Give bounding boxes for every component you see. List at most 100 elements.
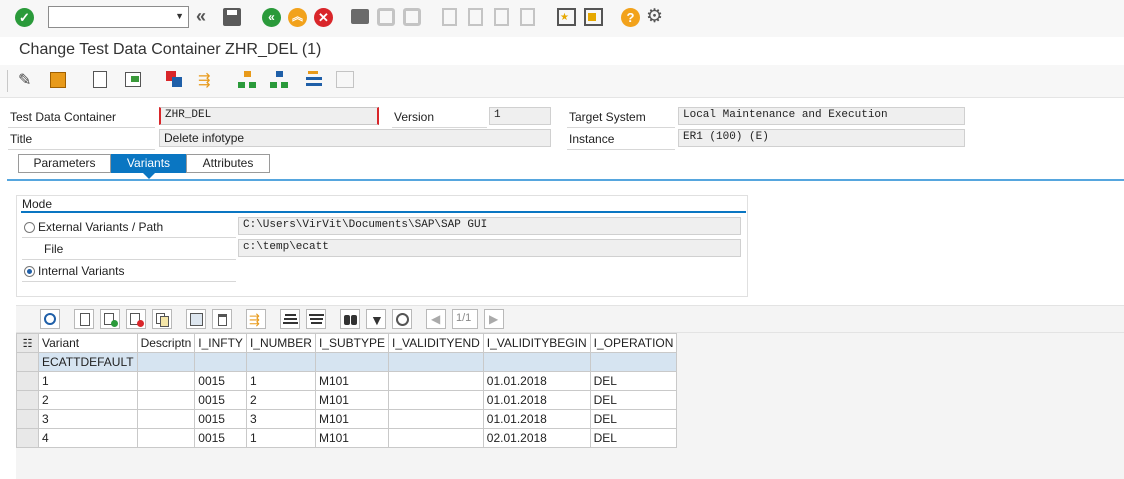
grid-cell[interactable] bbox=[136, 352, 196, 372]
insert-row-icon[interactable] bbox=[100, 309, 120, 329]
hierarchy-icon[interactable] bbox=[270, 71, 288, 89]
grid-cell[interactable]: 0015 bbox=[194, 428, 247, 448]
grid-cell[interactable] bbox=[482, 352, 591, 372]
delete-row-icon[interactable] bbox=[126, 309, 146, 329]
grid-settings-icon[interactable]: ☷ bbox=[16, 333, 39, 353]
grid-cell[interactable] bbox=[314, 352, 389, 372]
grid-cell[interactable]: 2 bbox=[38, 390, 138, 410]
internal-variants-radio[interactable] bbox=[24, 266, 35, 277]
tab-variants[interactable]: Variants bbox=[111, 154, 186, 173]
grid-cell[interactable]: 0015 bbox=[194, 371, 247, 391]
grid-cell[interactable]: 01.01.2018 bbox=[482, 409, 591, 429]
column-header-i-number[interactable]: I_NUMBER bbox=[245, 333, 316, 353]
list-icon[interactable] bbox=[306, 71, 322, 88]
grid-cell[interactable]: 2 bbox=[245, 390, 316, 410]
first-page-icon[interactable] bbox=[442, 8, 457, 26]
grid-cell[interactable]: 3 bbox=[245, 409, 316, 429]
cancel-icon[interactable]: ✕ bbox=[314, 8, 333, 27]
exit-icon[interactable]: ︽ bbox=[288, 8, 307, 27]
grid-cell[interactable]: 01.01.2018 bbox=[482, 390, 591, 410]
row-selector[interactable] bbox=[16, 352, 39, 372]
next-page-icon[interactable] bbox=[494, 8, 509, 26]
find-icon[interactable] bbox=[377, 8, 395, 26]
row-selector[interactable] bbox=[16, 409, 39, 429]
tab-parameters[interactable]: Parameters bbox=[18, 154, 111, 173]
grid-cell[interactable] bbox=[387, 371, 484, 391]
column-header-variant[interactable]: Variant bbox=[38, 333, 138, 353]
where-used-icon[interactable] bbox=[125, 72, 141, 87]
grid-cell[interactable]: M101 bbox=[314, 390, 389, 410]
grid-cell[interactable] bbox=[589, 352, 678, 372]
back-double-icon[interactable]: « bbox=[196, 6, 206, 27]
tdc-field[interactable]: ZHR_DEL bbox=[159, 107, 379, 125]
grid-cell[interactable]: 1 bbox=[245, 371, 316, 391]
filter-icon[interactable]: ▼ bbox=[366, 309, 386, 329]
grid-cell[interactable]: M101 bbox=[314, 428, 389, 448]
grid-cell[interactable] bbox=[387, 428, 484, 448]
next-icon[interactable]: ▶ bbox=[484, 309, 504, 329]
file-field[interactable]: c:\temp\ecatt bbox=[238, 239, 741, 257]
enter-icon[interactable]: ✓ bbox=[15, 8, 34, 27]
save-icon[interactable] bbox=[223, 8, 241, 26]
grid-cell[interactable]: M101 bbox=[314, 371, 389, 391]
find-next-icon[interactable] bbox=[403, 8, 421, 26]
table-row[interactable]: 3 0015 3 M101 01.01.2018 DEL bbox=[16, 409, 678, 429]
version-field[interactable]: 1 bbox=[489, 107, 551, 125]
table-row[interactable]: 2 0015 2 M101 01.01.2018 DEL bbox=[16, 390, 678, 410]
grid-cell[interactable]: 0015 bbox=[194, 390, 247, 410]
grid-cell[interactable] bbox=[136, 371, 196, 391]
previous-icon[interactable]: ◀ bbox=[426, 309, 446, 329]
title-field[interactable]: Delete infotype bbox=[159, 129, 551, 147]
grid-cell[interactable] bbox=[136, 390, 196, 410]
grid-cell[interactable] bbox=[387, 352, 484, 372]
table-icon[interactable] bbox=[336, 71, 354, 88]
grid-cell[interactable]: 01.01.2018 bbox=[482, 371, 591, 391]
grid-cell[interactable]: 1 bbox=[245, 428, 316, 448]
grid-cell[interactable] bbox=[136, 428, 196, 448]
help-icon[interactable]: ? bbox=[621, 8, 640, 27]
table-row[interactable]: 1 0015 1 M101 01.01.2018 DEL bbox=[16, 371, 678, 391]
table-row[interactable]: 4 0015 1 M101 02.01.2018 DEL bbox=[16, 428, 678, 448]
shortcut-icon[interactable] bbox=[584, 8, 603, 26]
column-header-i-subtype[interactable]: I_SUBTYPE bbox=[314, 333, 389, 353]
grid-cell[interactable]: 4 bbox=[38, 428, 138, 448]
binoculars-icon[interactable] bbox=[340, 309, 360, 329]
check-icon[interactable] bbox=[93, 71, 107, 88]
parameters-icon[interactable] bbox=[166, 71, 184, 88]
external-path-field[interactable]: C:\Users\VirVit\Documents\SAP\SAP GUI bbox=[238, 217, 741, 235]
structure-icon[interactable] bbox=[238, 71, 256, 89]
external-variants-radio[interactable] bbox=[24, 222, 35, 233]
print-icon[interactable] bbox=[351, 9, 369, 24]
grid-cell[interactable]: 02.01.2018 bbox=[482, 428, 591, 448]
back-icon[interactable]: « bbox=[262, 8, 281, 27]
append-icon[interactable]: ⇶ bbox=[246, 309, 266, 329]
grid-cell[interactable]: M101 bbox=[314, 409, 389, 429]
command-field[interactable]: ▼ bbox=[48, 6, 189, 28]
grid-cell[interactable]: DEL bbox=[589, 428, 678, 448]
grid-cell[interactable]: DEL bbox=[589, 409, 678, 429]
column-header-i-operation[interactable]: I_OPERATION bbox=[589, 333, 678, 353]
select-all-icon[interactable] bbox=[186, 309, 206, 329]
copy-row-icon[interactable] bbox=[152, 309, 172, 329]
new-row-icon[interactable] bbox=[74, 309, 94, 329]
internal-variants-label[interactable]: Internal Variants bbox=[38, 264, 125, 278]
column-header-descriptn[interactable]: Descriptn bbox=[136, 333, 196, 353]
grid-cell[interactable] bbox=[136, 409, 196, 429]
customize-layout-icon[interactable]: ⚙ bbox=[646, 5, 663, 28]
grid-cell[interactable]: ECATTDEFAULT bbox=[38, 352, 138, 372]
refresh-icon[interactable] bbox=[40, 309, 60, 329]
chevron-down-icon[interactable]: ▼ bbox=[175, 11, 184, 21]
grid-cell[interactable]: DEL bbox=[589, 371, 678, 391]
grid-cell[interactable]: 1 bbox=[38, 371, 138, 391]
external-variants-label[interactable]: External Variants / Path bbox=[38, 220, 163, 234]
previous-page-icon[interactable] bbox=[468, 8, 483, 26]
row-selector[interactable] bbox=[16, 390, 39, 410]
column-header-i-validitybegin[interactable]: I_VALIDITYBEGIN bbox=[482, 333, 591, 353]
export-icon[interactable]: ⇶ bbox=[198, 71, 211, 89]
grid-cell[interactable] bbox=[194, 352, 247, 372]
table-row-default[interactable]: ECATTDEFAULT bbox=[16, 352, 678, 372]
tab-attributes[interactable]: Attributes bbox=[186, 154, 270, 173]
other-object-icon[interactable] bbox=[50, 72, 66, 88]
grid-cell[interactable] bbox=[387, 409, 484, 429]
grid-cell[interactable]: DEL bbox=[589, 390, 678, 410]
